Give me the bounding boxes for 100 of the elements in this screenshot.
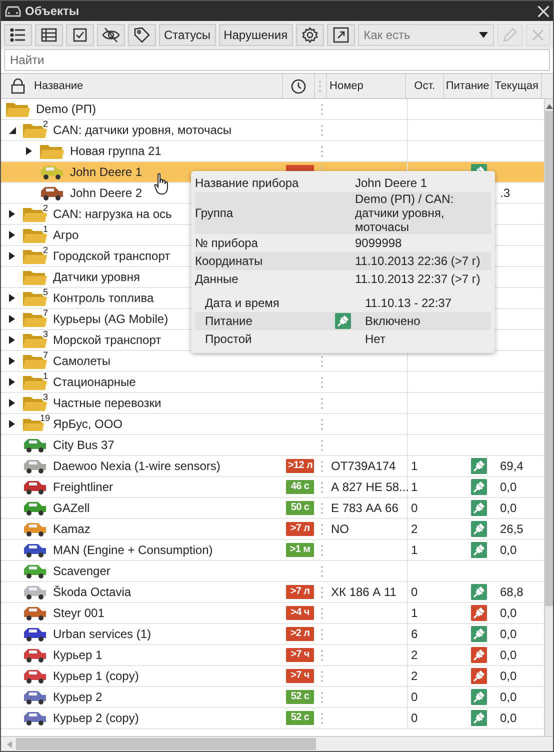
group-name: Городской транспорт [53,249,170,263]
current-cell: 0,0 [500,543,517,557]
child-count: 3 [42,328,50,338]
ost-cell: 1 [411,459,418,473]
tooltip-label: Данные [195,272,240,286]
child-count: 2 [42,244,50,254]
tooltip-value: 11.10.2013 22:37 (>7 г) [355,272,482,286]
tooltip-label: № прибора [195,236,259,250]
object-name: Daewoo Nexia (1-wire sensors) [53,459,220,473]
object-name: Scavenger [53,564,110,578]
number-cell: ХК 186 А 11 [331,585,396,599]
current-cell: 26,5 [500,522,524,536]
child-count: 1 [42,224,50,234]
child-count: 2 [42,202,50,212]
ost-cell: 1 [411,606,418,620]
group-name: CAN: нагрузка на ось [53,207,172,221]
group-name: Частные перевозки [53,396,162,410]
object-name: Urban services (1) [53,627,152,641]
group-name: ЯрБус, ООО [53,417,122,431]
group-name: Морской транспорт [53,333,162,347]
status-badge: >7 л [286,585,314,599]
object-name: Курьер 1 [53,648,102,662]
tooltip-value: 9099998 [355,236,403,250]
status-badge: 50 с [286,501,314,515]
object-name: Курьер 1 (copy) [53,669,139,683]
ost-cell: 1 [411,543,418,557]
object-name: City Bus 37 [53,438,114,452]
current-cell: 68,8 [500,585,524,599]
object-name: MAN (Engine + Consumption) [53,543,213,557]
object-name: GAZell [53,501,90,515]
current-cell: 0,0 [500,627,517,641]
current-cell: 69,4 [500,459,524,473]
ost-cell: 0 [411,585,418,599]
status-badge: 52 с [286,690,314,704]
number-cell: А 827 НЕ 58... [331,480,410,494]
group-name: Контроль топлива [53,291,154,305]
current-cell: 0,0 [500,501,517,515]
sensor-label: Простой [204,332,253,346]
tooltip-value: John Deere 1 [355,176,428,190]
ost-cell: 1 [411,480,418,494]
status-badge: >7 ч [286,669,314,683]
status-badge: 52 с [286,711,314,725]
current-cell: 0,0 [500,711,517,725]
status-badge: >2 л [286,627,314,641]
sensor-label: Дата и время [204,296,280,310]
child-count: 1 [42,370,50,380]
child-count: 7 [42,308,50,318]
status-badge: >7 ч [286,648,314,662]
object-name: Škoda Octavia [53,585,132,599]
child-count: 19 [38,412,51,422]
sensor-value: Нет [365,332,386,346]
object-name: Steyr 001 [53,606,104,620]
object-name: Курьер 2 [53,690,102,704]
group-name: Датчики уровня [53,270,140,284]
tooltip-label: Координаты [195,254,264,268]
current-cell: .3 [500,186,510,200]
group-name: CAN: датчики уровня, моточасы [53,123,232,137]
group-name: Demo (РП) [36,102,96,116]
number-cell: NO [331,522,349,536]
current-cell: 0,0 [500,690,517,704]
sensor-label: Питание [204,314,254,328]
child-count: 7 [42,350,50,360]
group-name: Новая группа 21 [70,144,162,158]
status-badge: >4 ч [286,606,314,620]
ost-cell: 0 [411,690,418,704]
object-name: Курьер 2 (copy) [53,711,139,725]
tooltip-value: 11.10.2013 22:36 (>7 г) [355,254,482,268]
object-name: John Deere 1 [70,165,142,179]
tooltip-label: Группа [195,206,234,220]
ost-cell: 2 [411,648,418,662]
object-name: Freightliner [53,480,114,494]
ost-cell: 0 [411,501,418,515]
number-cell: Е 783 АА 66 [331,501,398,515]
group-name: Агро [53,228,79,242]
child-count: 3 [42,392,50,402]
tooltip-label: Название прибора [195,176,300,190]
object-name: Kamaz [53,522,90,536]
group-name: Курьеры (AG Mobile) [53,312,168,326]
group-name: Самолеты [53,354,111,368]
status-badge: >12 л [286,459,314,473]
status-badge: >1 м [286,543,314,557]
object-name: John Deere 2 [70,186,142,200]
child-count: 2 [42,118,50,128]
ost-cell: 0 [411,711,418,725]
current-cell: 0,0 [500,669,517,683]
current-cell: 0,0 [500,606,517,620]
sensor-value: Включено [365,314,422,328]
ost-cell: 2 [411,669,418,683]
status-badge: 46 с [286,480,314,494]
status-badge: >7 л [286,522,314,536]
ost-cell: 2 [411,522,418,536]
group-name: Стационарные [53,375,136,389]
tooltip-value: Demo (РП) / CAN: датчики уровня, моточасы [355,192,455,234]
child-count: 5 [42,286,50,296]
ost-cell: 6 [411,627,418,641]
current-cell: 0,0 [500,480,517,494]
window-title: Объекты [25,4,80,18]
current-cell: 0,0 [500,648,517,662]
sensor-value: 11.10.13 - 22:37 [365,296,453,310]
number-cell: ОТ739А174 [331,459,396,473]
